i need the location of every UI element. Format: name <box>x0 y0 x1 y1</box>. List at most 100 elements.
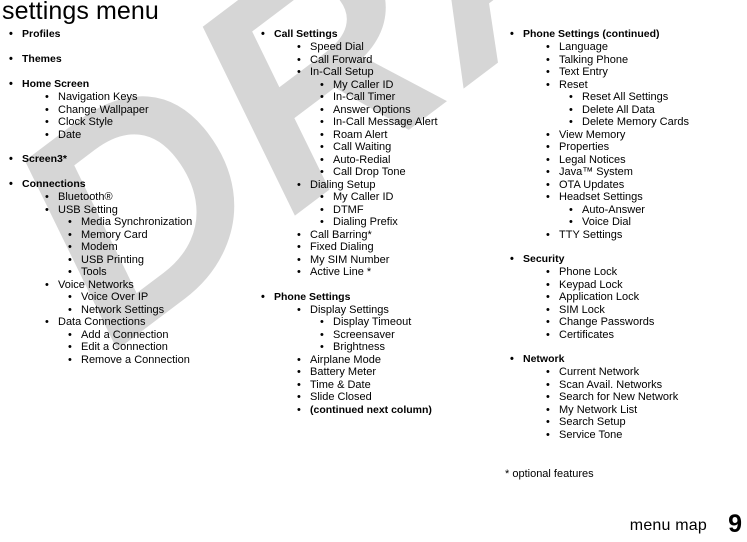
bullet-icon: • <box>546 141 550 153</box>
menu-item-label: Screen3* <box>22 153 67 165</box>
menu-item-label: Security <box>523 253 565 265</box>
menu-item-label: Brightness <box>333 341 385 353</box>
menu-item-label: Text Entry <box>559 66 608 78</box>
menu-item-label: Voice Dial <box>582 216 631 228</box>
menu-item: • Service Tone <box>509 429 747 442</box>
menu-item-label: Certificates <box>559 328 615 341</box>
bullet-icon: • <box>297 378 301 391</box>
menu-item: • In-Call Timer <box>260 91 498 104</box>
menu-item: • My Caller ID <box>260 191 498 204</box>
menu-section-heading: • Phone Settings (continued) <box>509 28 747 41</box>
menu-item-label: Speed Dial <box>310 41 364 53</box>
bullet-icon: • <box>45 91 49 103</box>
bullet-icon: • <box>297 228 301 241</box>
menu-item: • Roam Alert <box>260 129 498 142</box>
menu-item-label: SIM Lock <box>559 303 605 316</box>
menu-item: • Change Wallpaper <box>8 104 254 117</box>
menu-item: • Phone Lock <box>509 266 747 279</box>
menu-item-label: Call Forward <box>310 53 373 66</box>
bullet-icon: • <box>546 66 550 78</box>
bullet-icon: • <box>546 266 550 278</box>
menu-item-label: USB Setting <box>58 203 118 216</box>
menu-item: • Legal Notices <box>509 154 747 167</box>
menu-item: • Call Forward <box>260 54 498 67</box>
menu-item-label: OTA Updates <box>559 178 625 191</box>
menu-item-label: Dialing Prefix <box>333 216 398 228</box>
menu-item-label: Dialing Setup <box>310 178 376 191</box>
menu-item: • Call Waiting <box>260 141 498 154</box>
bullet-icon: • <box>569 203 573 216</box>
menu-item-label: Reset <box>559 78 588 91</box>
menu-item: • Active Line * <box>260 266 498 279</box>
menu-item-label: Network <box>523 353 565 365</box>
menu-item: • Tools <box>8 266 254 279</box>
menu-item: • Current Network <box>509 366 747 379</box>
menu-item: • Display Timeout <box>260 316 498 329</box>
bullet-icon: • <box>546 191 550 203</box>
menu-item-label: Airplane Mode <box>310 353 381 366</box>
menu-item-label: Data Connections <box>58 316 146 328</box>
menu-item-label: Change Wallpaper <box>58 103 149 116</box>
menu-section-heading: • Home Screen <box>8 78 254 91</box>
bullet-icon: • <box>261 28 265 40</box>
menu-item: • Date <box>8 129 254 142</box>
bullet-icon: • <box>546 328 550 341</box>
menu-item: • Call Barring* <box>260 229 498 242</box>
menu-item-label: Time & Date <box>310 378 371 391</box>
bullet-icon: • <box>68 266 72 278</box>
menu-item-label: Keypad Lock <box>559 278 623 291</box>
menu-item: • Auto-Answer <box>509 204 747 217</box>
menu-item-label: Service Tone <box>559 428 623 441</box>
menu-item-label: USB Printing <box>81 253 144 266</box>
menu-item-label: In-Call Setup <box>310 66 374 78</box>
menu-item: • View Memory <box>509 129 747 142</box>
menu-item: • Scan Avail. Networks <box>509 379 747 392</box>
menu-item-label: Legal Notices <box>559 153 626 166</box>
menu-item: • Voice Networks <box>8 279 254 292</box>
menu-item: • Headset Settings <box>509 191 747 204</box>
menu-item: • Keypad Lock <box>509 279 747 292</box>
menu-item-label: Screensaver <box>333 328 395 341</box>
menu-column-2: • Call Settings • Speed Dial • Call Forward • I… <box>260 28 498 416</box>
menu-column-1: • Profiles • Themes • Home Screen • Navigation … <box>8 28 254 366</box>
menu-section-heading: • Network <box>509 353 747 366</box>
menu-item-label: In-Call Message Alert <box>333 116 438 128</box>
menu-item: • Edit a Connection <box>8 341 254 354</box>
menu-section-heading: • Profiles <box>8 28 254 41</box>
menu-item: • Search for New Network <box>509 391 747 404</box>
bullet-icon: • <box>297 253 301 266</box>
menu-item-label: Profiles <box>22 28 61 40</box>
menu-item: • Auto-Redial <box>260 154 498 167</box>
menu-item-label: Display Settings <box>310 303 389 316</box>
menu-item: • Bluetooth® <box>8 191 254 204</box>
menu-item: • OTA Updates <box>509 179 747 192</box>
menu-item-label: Call Drop Tone <box>333 166 406 178</box>
menu-column-3: • Phone Settings (continued) • Language • Tal… <box>509 28 747 441</box>
menu-item: • Certificates <box>509 329 747 342</box>
menu-item: • Memory Card <box>8 229 254 242</box>
menu-section-heading: • Security <box>509 253 747 266</box>
bullet-icon: • <box>569 103 573 116</box>
menu-item: • Data Connections <box>8 316 254 329</box>
menu-item-label: My SIM Number <box>310 253 390 266</box>
menu-item-label: Application Lock <box>559 291 640 303</box>
bullet-icon: • <box>297 391 301 403</box>
bullet-icon: • <box>320 116 324 128</box>
menu-item: • Properties <box>509 141 747 154</box>
bullet-icon: • <box>546 316 550 328</box>
bullet-icon: • <box>546 53 550 66</box>
menu-item: • Time & Date <box>260 379 498 392</box>
optional-features-footnote: * optional features <box>505 468 594 480</box>
bullet-icon: • <box>297 178 301 191</box>
menu-item: • Reset All Settings <box>509 91 747 104</box>
menu-item: • Brightness <box>260 341 498 354</box>
menu-item: • Answer Options <box>260 104 498 117</box>
menu-item-label: View Memory <box>559 128 626 141</box>
menu-item-label: Talking Phone <box>559 53 629 66</box>
bullet-icon: • <box>320 128 324 141</box>
menu-item-label: In-Call Timer <box>333 91 396 103</box>
bullet-icon: • <box>546 403 550 416</box>
menu-item-label: Current Network <box>559 366 640 378</box>
bullet-icon: • <box>320 191 324 203</box>
menu-item: • DTMF <box>260 204 498 217</box>
